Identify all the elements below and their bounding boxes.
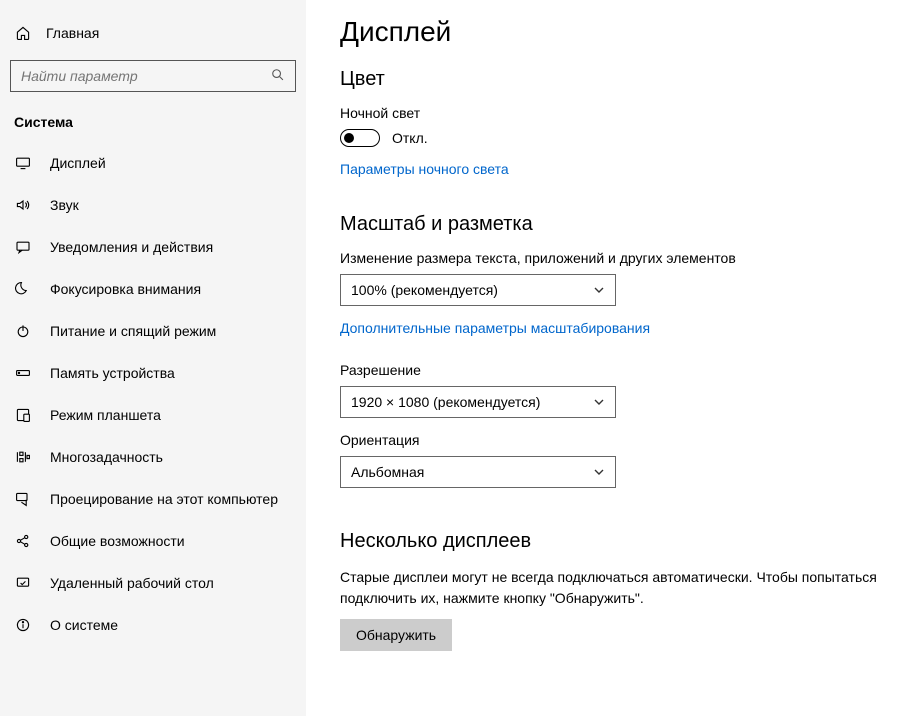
chevron-down-icon [593, 284, 605, 296]
sidebar-item-label: Общие возможности [50, 533, 185, 549]
sidebar-item-about[interactable]: О системе [0, 604, 306, 646]
sidebar-item-label: Проецирование на этот компьютер [50, 491, 278, 507]
sidebar-item-label: Удаленный рабочий стол [50, 575, 214, 591]
sidebar-item-focus[interactable]: Фокусировка внимания [0, 268, 306, 310]
scale-label: Изменение размера текста, приложений и д… [340, 250, 882, 266]
multi-text: Старые дисплеи могут не всегда подключат… [340, 567, 882, 609]
sidebar-item-label: Многозадачность [50, 449, 163, 465]
sidebar-item-notifications[interactable]: Уведомления и действия [0, 226, 306, 268]
sidebar-item-label: Звук [50, 197, 79, 213]
sidebar-item-label: Память устройства [50, 365, 175, 381]
resolution-value: 1920 × 1080 (рекомендуется) [351, 394, 540, 410]
sidebar-item-label: Питание и спящий режим [50, 323, 216, 339]
scale-value: 100% (рекомендуется) [351, 282, 498, 298]
sidebar-item-power[interactable]: Питание и спящий режим [0, 310, 306, 352]
share-icon [14, 532, 32, 550]
search-icon [271, 68, 287, 84]
tablet-icon [14, 406, 32, 424]
storage-icon [14, 364, 32, 382]
page-title: Дисплей [340, 16, 882, 48]
remote-icon [14, 574, 32, 592]
speaker-icon [14, 196, 32, 214]
section-scale: Масштаб и разметка [340, 213, 882, 236]
moon-icon [14, 280, 32, 298]
power-icon [14, 322, 32, 340]
sidebar-item-sound[interactable]: Звук [0, 184, 306, 226]
sidebar-item-label: Режим планшета [50, 407, 161, 423]
chevron-down-icon [593, 396, 605, 408]
orientation-select[interactable]: Альбомная [340, 456, 616, 488]
resolution-label: Разрешение [340, 362, 882, 378]
nightlight-label: Ночной свет [340, 105, 882, 121]
advanced-scaling-link[interactable]: Дополнительные параметры масштабирования [340, 320, 650, 336]
main-content: Дисплей Цвет Ночной свет Откл. Параметры… [306, 0, 906, 716]
orientation-value: Альбомная [351, 464, 424, 480]
monitor-icon [14, 154, 32, 172]
resolution-select[interactable]: 1920 × 1080 (рекомендуется) [340, 386, 616, 418]
search-input-container[interactable] [10, 60, 296, 92]
sidebar-item-display[interactable]: Дисплей [0, 142, 306, 184]
sidebar-item-projecting[interactable]: Проецирование на этот компьютер [0, 478, 306, 520]
sidebar: Главная Система Дисплей Звук Уведомления… [0, 0, 306, 716]
project-icon [14, 490, 32, 508]
sidebar-item-remote[interactable]: Удаленный рабочий стол [0, 562, 306, 604]
detect-button[interactable]: Обнаружить [340, 619, 452, 651]
message-icon [14, 238, 32, 256]
sidebar-item-label: Фокусировка внимания [50, 281, 201, 297]
sidebar-item-multitasking[interactable]: Многозадачность [0, 436, 306, 478]
chevron-down-icon [593, 466, 605, 478]
home-link[interactable]: Главная [0, 16, 306, 50]
nightlight-toggle[interactable] [340, 129, 380, 147]
sidebar-item-label: Уведомления и действия [50, 239, 213, 255]
nightlight-settings-link[interactable]: Параметры ночного света [340, 161, 509, 177]
timeline-icon [14, 448, 32, 466]
sidebar-item-label: Дисплей [50, 155, 106, 171]
sidebar-item-tablet[interactable]: Режим планшета [0, 394, 306, 436]
scale-select[interactable]: 100% (рекомендуется) [340, 274, 616, 306]
home-label: Главная [46, 25, 99, 41]
sidebar-section-title: Система [0, 110, 306, 142]
search-input[interactable] [21, 68, 271, 84]
sidebar-item-shared[interactable]: Общие возможности [0, 520, 306, 562]
nightlight-state: Откл. [392, 130, 428, 146]
sidebar-item-storage[interactable]: Память устройства [0, 352, 306, 394]
info-icon [14, 616, 32, 634]
orientation-label: Ориентация [340, 432, 882, 448]
section-multi: Несколько дисплеев [340, 530, 882, 553]
home-icon [14, 24, 32, 42]
sidebar-item-label: О системе [50, 617, 118, 633]
section-color: Цвет [340, 68, 882, 91]
